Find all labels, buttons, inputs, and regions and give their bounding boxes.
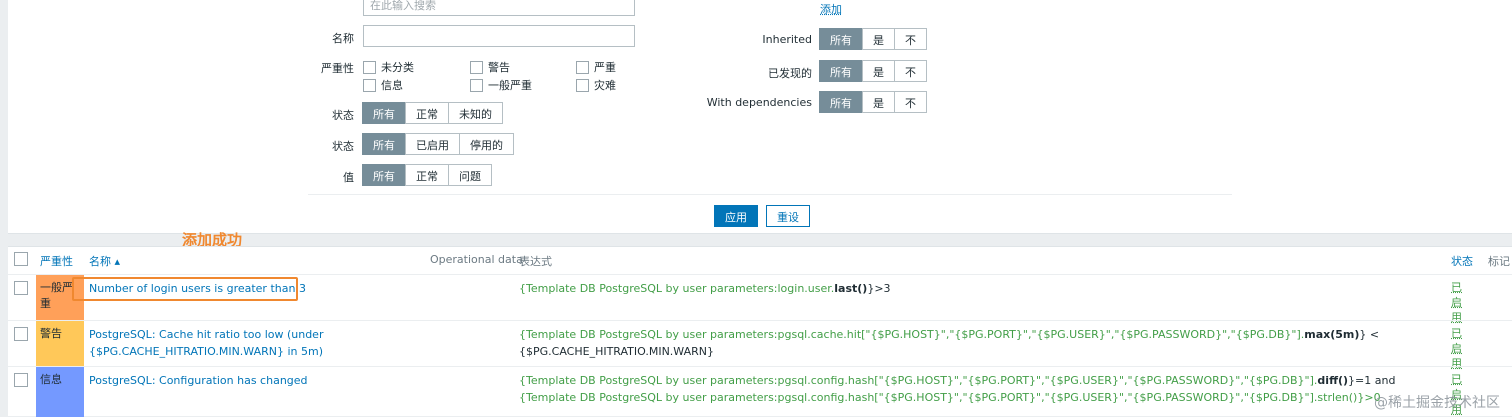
row-checkbox[interactable] bbox=[14, 327, 28, 341]
trigger-name-link[interactable]: PostgreSQL: Configuration has changed bbox=[89, 372, 429, 389]
expression-item-link-2[interactable]: {Template DB PostgreSQL by user paramete… bbox=[519, 391, 1381, 404]
dependencies-segmented: 所有 是 不 bbox=[820, 91, 927, 113]
expression-tail: }>3 bbox=[867, 282, 890, 295]
status-all-option[interactable]: 所有 bbox=[362, 133, 406, 155]
name-input[interactable] bbox=[363, 25, 635, 47]
severity-disaster-checkbox[interactable]: 灾难 bbox=[576, 77, 616, 93]
row-checkbox[interactable] bbox=[14, 373, 28, 387]
expression-function: max(5m) bbox=[1304, 328, 1359, 341]
expression-item-link[interactable]: {Template DB PostgreSQL by user paramete… bbox=[519, 282, 834, 295]
table-row: 信息 PostgreSQL: Configuration has changed… bbox=[8, 366, 1512, 417]
trigger-expression: {Template DB PostgreSQL by user paramete… bbox=[519, 372, 1439, 406]
severity-high-checkbox[interactable]: 严重 bbox=[576, 59, 616, 75]
header-tags: 标记 bbox=[1488, 253, 1510, 269]
status-toggle[interactable]: 已启用 bbox=[1451, 326, 1471, 371]
table-row: 警告 PostgreSQL: Cache hit ratio too low (… bbox=[8, 320, 1512, 366]
trigger-expression: {Template DB PostgreSQL by user paramete… bbox=[519, 326, 1439, 360]
inherited-no-option[interactable]: 不 bbox=[894, 28, 927, 50]
value-label: 值 bbox=[234, 169, 354, 185]
value-ok-option[interactable]: 正常 bbox=[405, 164, 449, 186]
header-severity[interactable]: 严重性 bbox=[40, 253, 73, 269]
discovered-label: 已发现的 bbox=[692, 65, 812, 81]
header-operational-data: Operational data bbox=[430, 253, 523, 266]
expression-function: diff() bbox=[1317, 374, 1348, 387]
severity-not-classified-checkbox[interactable]: 未分类 bbox=[363, 59, 414, 75]
row-checkbox[interactable] bbox=[14, 281, 28, 295]
severity-warning-checkbox[interactable]: 警告 bbox=[470, 59, 510, 75]
discovered-yes-option[interactable]: 是 bbox=[862, 60, 895, 82]
expression-function: last() bbox=[834, 282, 867, 295]
apply-button[interactable]: 应用 bbox=[714, 205, 758, 227]
severity-cell: 信息 bbox=[36, 367, 84, 417]
dependencies-all-option[interactable]: 所有 bbox=[819, 91, 863, 113]
expression-item-link[interactable]: {Template DB PostgreSQL by user paramete… bbox=[519, 374, 1317, 387]
discovered-no-option[interactable]: 不 bbox=[894, 60, 927, 82]
header-status[interactable]: 状态 bbox=[1451, 253, 1473, 269]
dependencies-yes-option[interactable]: 是 bbox=[862, 91, 895, 113]
dependencies-no-option[interactable]: 不 bbox=[894, 91, 927, 113]
state-label: 状态 bbox=[234, 107, 354, 123]
triggers-table: 严重性 名称 ▴ Operational data 表达式 状态 标记 一般严重… bbox=[8, 246, 1512, 416]
status-toggle[interactable]: 已启用 bbox=[1451, 280, 1471, 325]
value-problem-option[interactable]: 问题 bbox=[448, 164, 492, 186]
expression-item-link[interactable]: {Template DB PostgreSQL by user paramete… bbox=[519, 328, 1304, 341]
status-label: 状态 bbox=[234, 138, 354, 154]
state-all-option[interactable]: 所有 bbox=[362, 102, 406, 124]
reset-button[interactable]: 重设 bbox=[766, 205, 810, 227]
inherited-yes-option[interactable]: 是 bbox=[862, 28, 895, 50]
filter-panel: 在此输入搜索 添加 名称 严重性 未分类 警告 严重 信息 一般严重 灾难 状态… bbox=[8, 0, 1512, 234]
state-normal-option[interactable]: 正常 bbox=[405, 102, 449, 124]
trigger-expression: {Template DB PostgreSQL by user paramete… bbox=[519, 280, 1439, 297]
status-segmented: 所有 已启用 停用的 bbox=[363, 133, 514, 155]
status-disabled-option[interactable]: 停用的 bbox=[459, 133, 514, 155]
dependencies-label: With dependencies bbox=[692, 96, 812, 109]
inherited-label: Inherited bbox=[692, 33, 812, 46]
inherited-all-option[interactable]: 所有 bbox=[819, 28, 863, 50]
header-expression: 表达式 bbox=[519, 253, 552, 269]
discovered-all-option[interactable]: 所有 bbox=[819, 60, 863, 82]
header-name[interactable]: 名称 ▴ bbox=[89, 253, 120, 269]
inherited-segmented: 所有 是 不 bbox=[820, 28, 927, 50]
value-all-option[interactable]: 所有 bbox=[362, 164, 406, 186]
severity-average-checkbox[interactable]: 一般严重 bbox=[470, 77, 532, 93]
add-link[interactable]: 添加 bbox=[820, 1, 842, 17]
watermark: @稀土掘金技术社区 bbox=[1374, 392, 1500, 412]
search-input[interactable]: 在此输入搜索 bbox=[363, 0, 635, 16]
expression-tail: }=1 and bbox=[1348, 374, 1395, 387]
severity-info-checkbox[interactable]: 信息 bbox=[363, 77, 403, 93]
status-enabled-option[interactable]: 已启用 bbox=[405, 133, 460, 155]
filter-divider bbox=[308, 194, 1232, 195]
state-segmented: 所有 正常 未知的 bbox=[363, 102, 503, 124]
severity-label: 严重性 bbox=[234, 60, 354, 76]
highlight-box bbox=[72, 277, 298, 301]
severity-cell: 警告 bbox=[36, 321, 84, 366]
name-label: 名称 bbox=[234, 30, 354, 46]
trigger-name-link[interactable]: PostgreSQL: Cache hit ratio too low (und… bbox=[89, 326, 424, 360]
state-unknown-option[interactable]: 未知的 bbox=[448, 102, 503, 124]
select-all-checkbox[interactable] bbox=[14, 252, 28, 266]
value-segmented: 所有 正常 问题 bbox=[363, 164, 492, 186]
discovered-segmented: 所有 是 不 bbox=[820, 60, 927, 82]
